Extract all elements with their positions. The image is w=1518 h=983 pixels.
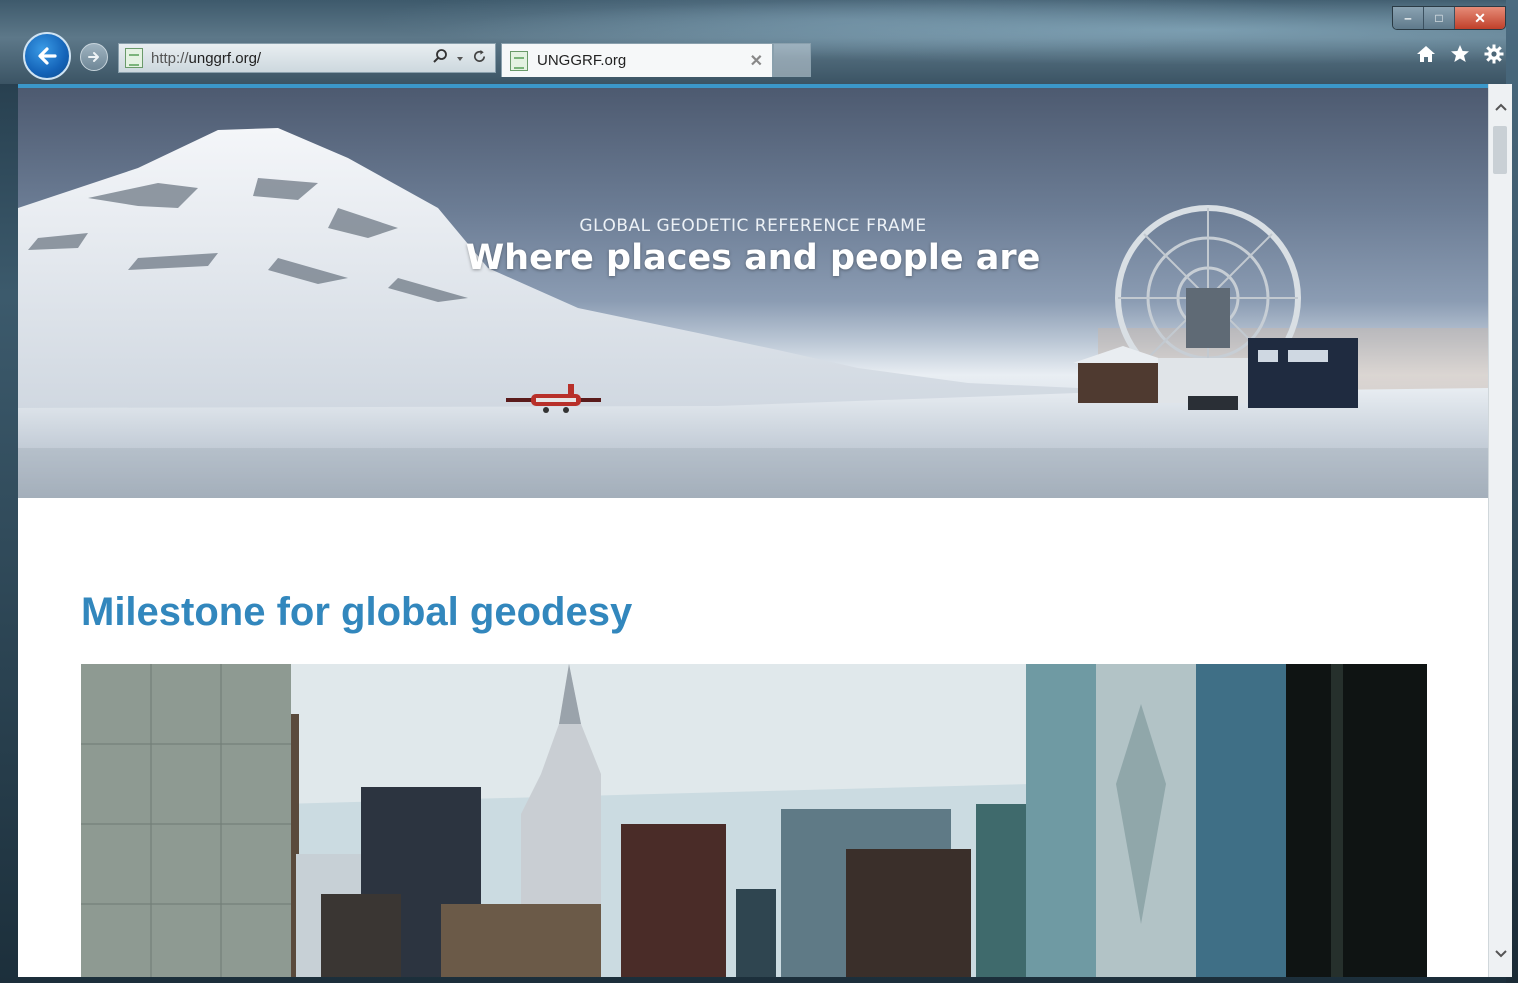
tab-page-icon	[510, 50, 528, 71]
hero-banner: GLOBAL GEODETIC REFERENCE FRAME Where pl…	[18, 88, 1488, 498]
hero-kicker: GLOBAL GEODETIC REFERENCE FRAME	[579, 216, 927, 236]
home-icon[interactable]	[1416, 44, 1436, 70]
address-bar[interactable]: http://unggrf.org/	[118, 43, 496, 73]
forward-button[interactable]	[80, 43, 108, 71]
tab-close-icon[interactable]: ✕	[750, 51, 763, 71]
back-button[interactable]	[23, 32, 71, 80]
minimize-button[interactable]: ‒	[1393, 7, 1424, 29]
url-scheme: http://	[151, 49, 189, 67]
refresh-icon[interactable]	[472, 49, 487, 68]
city-skyline-image	[81, 664, 1427, 977]
forward-arrow-icon	[88, 52, 99, 62]
chevron-down-icon[interactable]	[456, 50, 464, 67]
tab-unggrf[interactable]: UNGGRF.org ✕	[501, 43, 773, 77]
section-title: Milestone for global geodesy	[81, 590, 633, 634]
url-host: unggrf.org/	[188, 49, 262, 67]
hero-landscape-image	[18, 128, 1488, 498]
search-icon[interactable]	[432, 48, 448, 68]
tab-title: UNGGRF.org	[537, 52, 627, 69]
hero-title: Where places and people are	[465, 238, 1041, 278]
window-controls: ‒ □ ✕	[1392, 6, 1506, 30]
star-icon[interactable]	[1450, 44, 1470, 70]
close-window-button[interactable]: ✕	[1455, 7, 1505, 29]
new-tab-button[interactable]	[773, 43, 811, 77]
scroll-down-icon[interactable]	[1489, 941, 1512, 967]
scroll-up-icon[interactable]	[1489, 94, 1512, 120]
page-viewport[interactable]: GLOBAL GEODETIC REFERENCE FRAME Where pl…	[18, 84, 1488, 977]
toolbar-icons	[1416, 44, 1504, 70]
address-url[interactable]: http://unggrf.org/	[151, 50, 432, 67]
page-icon	[125, 48, 143, 68]
scroll-thumb[interactable]	[1493, 126, 1507, 174]
back-arrow-icon	[38, 47, 57, 65]
browser-chrome: ‒ □ ✕ http://unggrf.org/ UNGGRF.org ✕	[0, 0, 1518, 84]
browser-window: ‒ □ ✕ http://unggrf.org/ UNGGRF.org ✕ GL…	[0, 0, 1518, 983]
gear-icon[interactable]	[1484, 44, 1504, 70]
maximize-button[interactable]: □	[1424, 7, 1455, 29]
vertical-scrollbar[interactable]	[1488, 84, 1512, 977]
